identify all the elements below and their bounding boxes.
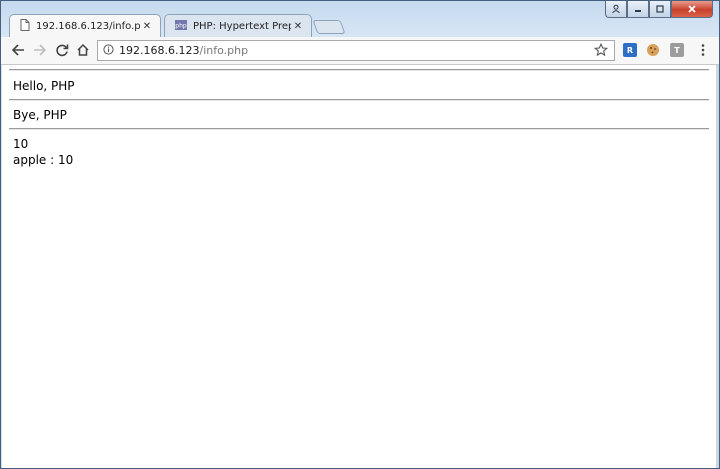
tab-info-php[interactable]: 192.168.6.123/info.php ✕	[9, 14, 161, 37]
tab-title: PHP: Hypertext Preproc	[193, 20, 291, 32]
back-button[interactable]	[9, 41, 27, 59]
horizontal-rule	[9, 69, 709, 71]
info-icon[interactable]	[103, 43, 114, 58]
T-extension-icon[interactable]: T	[670, 43, 684, 57]
kebab-menu-icon	[701, 44, 705, 56]
new-tab-button[interactable]	[312, 20, 346, 34]
R-extension-icon[interactable]: R	[623, 43, 637, 57]
forward-button[interactable]	[31, 41, 49, 59]
tab-close-icon[interactable]: ✕	[291, 21, 305, 32]
page-content: Hello, PHP Bye, PHP 10 apple : 10	[2, 65, 716, 468]
php-favicon-icon: php	[175, 19, 187, 33]
tab-php-manual[interactable]: php PHP: Hypertext Preproc ✕	[164, 14, 312, 37]
address-bar[interactable]: 192.168.6.123/info.php	[97, 40, 615, 61]
profile-button[interactable]	[605, 1, 627, 18]
user-icon	[612, 4, 620, 14]
maximize-icon	[656, 5, 664, 13]
minimize-button[interactable]	[627, 1, 649, 18]
bye-text: Bye, PHP	[13, 108, 67, 122]
title-bar: 192.168.6.123/info.php ✕ php PHP: Hypert…	[1, 1, 719, 37]
forward-arrow-icon	[34, 44, 47, 56]
home-icon	[77, 43, 89, 56]
reload-icon	[56, 44, 69, 57]
browser-toolbar: 192.168.6.123/info.php R T	[1, 37, 719, 65]
close-icon	[688, 5, 696, 13]
cookie-extension-icon[interactable]	[646, 43, 660, 57]
svg-text:php: php	[175, 22, 187, 29]
menu-button[interactable]	[694, 41, 712, 59]
window-border-right	[716, 65, 719, 468]
number-output: 10	[13, 137, 29, 151]
reload-button[interactable]	[53, 41, 71, 59]
bookmark-star-icon[interactable]	[593, 42, 609, 60]
home-button[interactable]	[74, 41, 92, 59]
page-icon	[20, 18, 30, 34]
minimize-icon	[635, 10, 641, 12]
back-arrow-icon	[11, 44, 24, 56]
hello-text: Hello, PHP	[13, 79, 75, 93]
apple-output: apple : 10	[13, 153, 74, 167]
tab-title: 192.168.6.123/info.php	[36, 20, 140, 32]
window-controls	[605, 1, 713, 18]
browser-window: 192.168.6.123/info.php ✕ php PHP: Hypert…	[0, 0, 720, 469]
url-host: 192.168.6.123	[119, 44, 200, 57]
horizontal-rule	[9, 128, 709, 130]
horizontal-rule	[9, 99, 709, 101]
maximize-button[interactable]	[649, 1, 671, 18]
close-window-button[interactable]	[671, 1, 713, 18]
tab-close-icon[interactable]: ✕	[140, 21, 154, 32]
url-path: /info.php	[199, 44, 249, 57]
